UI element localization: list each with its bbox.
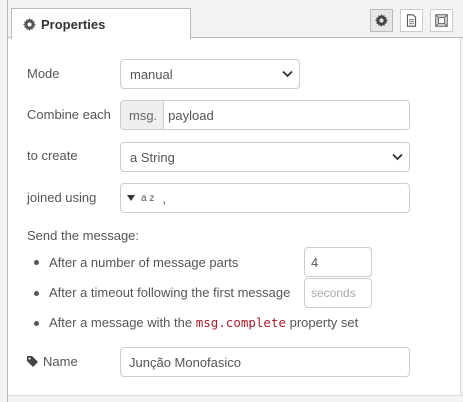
combine-property-field[interactable]: payload (164, 101, 214, 129)
document-icon (406, 14, 417, 27)
send-message-label: Send the message: (27, 228, 140, 243)
string-type-button[interactable]: a z (121, 184, 158, 212)
name-label-text: Name (43, 354, 78, 369)
node-appearance-button[interactable] (430, 9, 453, 32)
msg-complete-code: msg.complete (195, 315, 286, 330)
frame-icon (435, 14, 448, 27)
combine-label: Combine each (27, 107, 111, 122)
timeout-seconds-input[interactable]: seconds (304, 278, 372, 308)
msg-type-button[interactable]: msg. (121, 101, 165, 129)
caret-down-icon (127, 195, 135, 201)
bullet-dot (34, 291, 39, 296)
name-input[interactable]: Junção Monofasico (120, 347, 410, 377)
node-description-button[interactable] (400, 9, 423, 32)
joiner-field[interactable]: , (158, 184, 166, 212)
parts-count-input[interactable]: 4 (304, 247, 372, 277)
gear-icon (23, 17, 36, 31)
chevron-down-icon (392, 153, 403, 161)
complete-text: After a message with the msg.complete pr… (49, 315, 358, 330)
timeout-text: After a timeout following the first mess… (49, 285, 291, 300)
complete-text-before: After a message with the (49, 315, 196, 330)
bullet-dot (34, 321, 39, 326)
tab-properties[interactable]: Properties (11, 8, 191, 39)
bottom-edge (8, 395, 463, 402)
joined-typed-input[interactable]: a z , (120, 183, 410, 213)
mode-select[interactable]: manual (120, 59, 300, 89)
joined-label: joined using (27, 190, 97, 205)
mode-value: manual (130, 66, 173, 82)
az-string-icon: a z (141, 192, 155, 204)
name-label: Name (27, 354, 78, 369)
bullet-dot (34, 260, 39, 265)
node-settings-button[interactable] (370, 9, 393, 32)
create-label: to create (27, 148, 78, 163)
chevron-down-icon (282, 70, 293, 78)
tag-icon (27, 356, 38, 367)
create-value: a String (130, 149, 175, 165)
create-select[interactable]: a String (120, 142, 410, 172)
parts-text: After a number of message parts (49, 255, 239, 270)
complete-text-after: property set (286, 315, 359, 330)
tab-properties-label: Properties (41, 16, 106, 32)
combine-typed-input[interactable]: msg. payload (120, 100, 410, 130)
left-edge (0, 0, 8, 402)
mode-label: Mode (27, 66, 60, 81)
gear-icon (375, 14, 388, 27)
